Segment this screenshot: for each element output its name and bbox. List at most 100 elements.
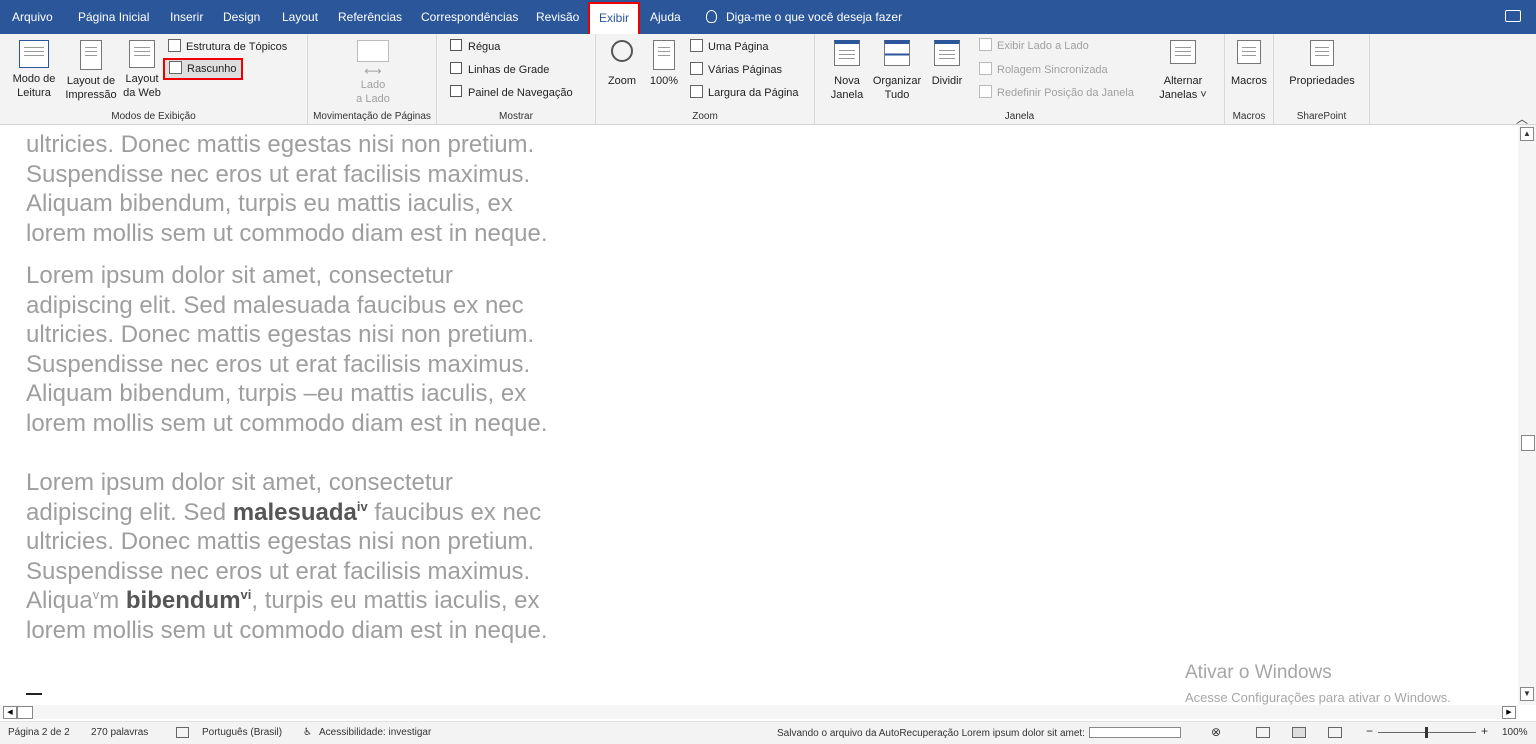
alternar-janelas-button[interactable]: Alternar Janelas ˅: [1155, 40, 1211, 102]
text-line: lorem mollis sem ut commodo diam est in …: [26, 219, 548, 247]
alternar-label-1: Alternar: [1163, 75, 1203, 87]
bold-word: bibendum: [125, 587, 241, 614]
endnote-ref[interactable]: vi: [241, 587, 252, 602]
zoom-out-icon[interactable]: −: [1366, 724, 1373, 738]
print-layout-view-icon[interactable]: [1292, 727, 1306, 738]
propriedades-button[interactable]: Propriedades: [1284, 40, 1360, 88]
word-count[interactable]: 270 palavras: [91, 727, 148, 738]
tab-layout[interactable]: Layout: [282, 0, 318, 34]
web-layout-icon: [129, 40, 155, 68]
proofing-icon[interactable]: [176, 727, 189, 738]
watermark-title: Ativar o Windows: [1185, 662, 1332, 683]
scroll-up-icon[interactable]: ▲: [1520, 127, 1534, 141]
regua-check-box[interactable]: [450, 39, 462, 51]
tab-referencias[interactable]: Referências: [338, 0, 402, 34]
largura-pagina-button[interactable]: Largura da Página: [690, 84, 799, 102]
linhas-check-box[interactable]: [450, 62, 462, 74]
organizar-tudo-button[interactable]: Organizar Tudo: [869, 40, 925, 102]
document-area[interactable]: ultricies. Donec mattis egestas nisi non…: [0, 125, 1518, 705]
propriedades-label: Propriedades: [1289, 75, 1355, 87]
scroll-right-icon[interactable]: ▶: [1502, 706, 1516, 719]
zoom-level[interactable]: 100%: [1502, 727, 1528, 738]
paragraph-3: Lorem ipsum dolor sit amet, consectetur …: [26, 468, 606, 645]
regua-checkbox[interactable]: Régua: [450, 38, 500, 56]
group-label-janela: Janela: [1004, 111, 1035, 122]
page-count[interactable]: Página 2 de 2: [8, 727, 70, 738]
lado-label-2: a Lado: [356, 93, 390, 105]
new-window-icon: [834, 40, 860, 66]
text-line: Aliquam bibendum, turpis eu mattis iacul…: [26, 190, 513, 217]
tab-inserir[interactable]: Inserir: [170, 0, 203, 34]
exibir-lado-button[interactable]: Exibir Lado a Lado: [979, 37, 1089, 55]
rascunho-button[interactable]: Rascunho: [165, 60, 241, 78]
zoom-button[interactable]: Zoom: [604, 40, 640, 88]
zoom-100-button[interactable]: 100%: [646, 40, 682, 88]
horizontal-scrollbar[interactable]: ◀ ▶: [0, 705, 1518, 719]
tab-arquivo[interactable]: Arquivo: [12, 0, 53, 34]
dividir-button[interactable]: Dividir: [927, 40, 967, 88]
tab-exibir[interactable]: Exibir: [590, 4, 639, 34]
scroll-thumb[interactable]: [1521, 435, 1535, 451]
sync-scroll-icon: [979, 62, 992, 75]
web-layout-view-icon[interactable]: [1328, 727, 1342, 738]
layout-web-label-1: Layout: [125, 73, 159, 85]
painel-navegacao-checkbox[interactable]: Painel de Navegação: [450, 84, 573, 102]
multiple-pages-icon: [690, 62, 703, 75]
group-mostrar: Régua Linhas de Grade Painel de Navegaçã…: [437, 34, 596, 124]
watermark-subtitle: Acesse Configurações para ativar o Windo…: [1185, 690, 1451, 705]
lado-a-lado-button[interactable]: ⟷ Lado a Lado: [348, 40, 398, 106]
group-label-macros: Macros: [1232, 111, 1266, 122]
text-run: Aliqua: [26, 587, 93, 614]
nova-janela-button[interactable]: Nova Janela: [827, 40, 867, 102]
tab-revisao[interactable]: Revisão: [536, 0, 579, 34]
organizar-label-2: Tudo: [884, 89, 910, 101]
hscroll-thumb[interactable]: [17, 706, 33, 719]
regua-label: Régua: [468, 41, 501, 53]
vertical-scrollbar[interactable]: ▲ ▼: [1518, 125, 1536, 705]
tab-pagina-inicial[interactable]: Página Inicial: [78, 0, 149, 34]
tab-design[interactable]: Design: [223, 0, 260, 34]
layout-impressao-button[interactable]: Layout de Impressão: [62, 40, 120, 102]
zoom-in-icon[interactable]: +: [1481, 724, 1488, 738]
outline-icon: [168, 39, 181, 52]
rolagem-button[interactable]: Rolagem Sincronizada: [979, 61, 1108, 79]
tell-me-box[interactable]: Diga-me o que você deseja fazer: [706, 0, 902, 34]
layout-web-button[interactable]: Layout da Web: [120, 40, 164, 100]
activation-watermark: Ativar o Windows Acesse Configurações pa…: [1185, 662, 1451, 705]
modo-leitura-button[interactable]: Modo de Leitura: [6, 40, 62, 100]
layout-web-label-2: da Web: [123, 87, 161, 99]
text-run: , turpis eu mattis iaculis, ex: [251, 587, 540, 614]
alternar-label-2: Janelas ˅: [1159, 89, 1207, 101]
accessibility-status[interactable]: Acessibilidade: investigar: [319, 727, 431, 738]
group-sharepoint: Propriedades SharePoint: [1274, 34, 1370, 124]
language[interactable]: Português (Brasil): [202, 727, 282, 738]
page-width-icon: [690, 85, 703, 98]
cancel-icon[interactable]: ⊗: [1211, 725, 1221, 739]
scroll-down-icon[interactable]: ▼: [1520, 687, 1534, 701]
read-mode-view-icon[interactable]: [1256, 727, 1270, 738]
linhas-grade-checkbox[interactable]: Linhas de Grade: [450, 61, 549, 79]
text-line: Aliquam bibendum, turpis –eu mattis iacu…: [26, 380, 527, 407]
scroll-left-icon[interactable]: ◀: [3, 706, 17, 719]
print-layout-icon: [80, 40, 102, 70]
varias-paginas-button[interactable]: Várias Páginas: [690, 61, 782, 79]
uma-pagina-label: Uma Página: [708, 41, 769, 53]
tab-correspondencias[interactable]: Correspondências: [421, 0, 518, 34]
draft-icon: [169, 61, 182, 74]
redefinir-button[interactable]: Redefinir Posição da Janela: [979, 84, 1134, 102]
estrutura-topicos-button[interactable]: Estrutura de Tópicos: [168, 38, 287, 56]
bold-word: malesuada: [232, 498, 357, 526]
macros-btn-label: Macros: [1230, 75, 1268, 87]
text-line: Suspendisse nec eros ut erat facilisis m…: [26, 557, 531, 585]
group-movimentacao: ⟷ Lado a Lado Movimentação de Páginas: [308, 34, 437, 124]
endnote-ref[interactable]: iv: [357, 499, 368, 514]
zoom-slider-thumb[interactable]: [1425, 727, 1428, 738]
text-line: ultricies. Donec mattis egestas nisi non…: [26, 321, 535, 348]
group-macros: Macros Macros: [1225, 34, 1274, 124]
comments-icon[interactable]: [1505, 10, 1521, 22]
nova-label-1: Nova: [834, 75, 860, 87]
painel-check-box[interactable]: [450, 85, 462, 97]
tab-ajuda[interactable]: Ajuda: [650, 0, 681, 34]
uma-pagina-button[interactable]: Uma Página: [690, 38, 769, 56]
macros-button[interactable]: Macros: [1229, 40, 1269, 88]
